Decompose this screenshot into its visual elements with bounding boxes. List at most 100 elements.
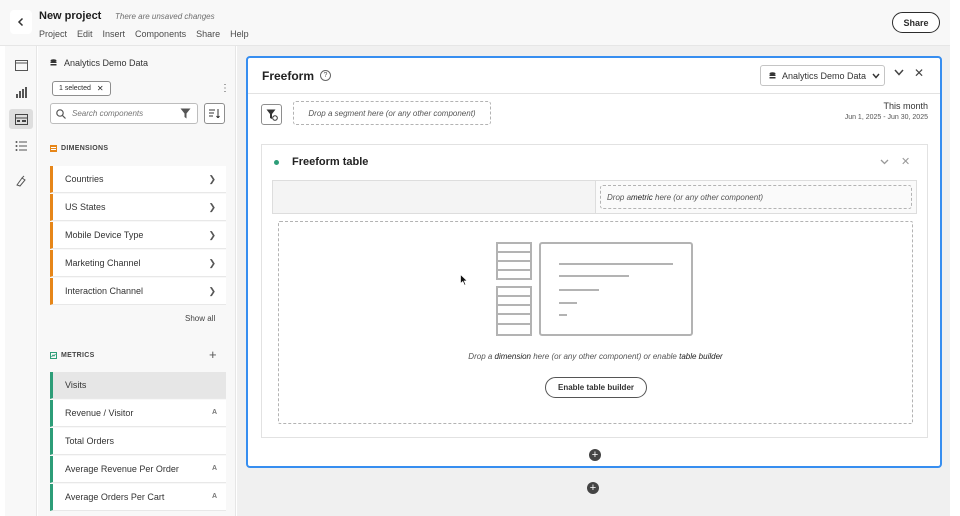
search-input[interactable] — [72, 109, 167, 118]
share-button[interactable]: Share — [892, 12, 940, 33]
date-range-value: Jun 1, 2025 - Jun 30, 2025 — [844, 114, 928, 121]
metric-label: Visits — [65, 380, 87, 390]
metric-label: Total Orders — [65, 436, 115, 446]
chip-label: 1 selected — [59, 85, 91, 92]
enable-table-builder-button[interactable]: Enable table builder — [545, 377, 647, 398]
adobe-mark-icon: A — [211, 465, 217, 472]
table-placeholder-illustration — [496, 242, 693, 336]
metric-item[interactable]: Revenue / Visitor A — [50, 400, 226, 427]
database-icon — [769, 71, 776, 78]
dimension-item[interactable]: Marketing Channel ❯ — [50, 250, 226, 277]
metric-drop-zone[interactable]: Drop a metric here (or any other compone… — [600, 185, 912, 209]
components-panel: Analytics Demo Data 1 selected ✕ ⋮ DIMEN… — [38, 46, 236, 516]
dimension-drop-zone[interactable]: Drop a dimension here (or any other comp… — [278, 221, 913, 424]
dimension-drop-pre: Drop a — [468, 352, 495, 361]
metric-header-cell: Drop a metric here (or any other compone… — [595, 180, 917, 214]
help-icon[interactable]: ? — [320, 70, 331, 81]
list-icon[interactable] — [14, 139, 28, 153]
window-edge — [950, 0, 960, 516]
dimension-item[interactable]: Interaction Channel ❯ — [50, 278, 226, 305]
unsaved-note: There are unsaved changes — [115, 12, 215, 21]
panel-data-source-picker[interactable]: Analytics Demo Data — [760, 65, 885, 86]
dimension-label: Interaction Channel — [65, 286, 144, 296]
menu-bar: Project Edit Insert Components Share Hel… — [39, 29, 249, 39]
dimension-label: Mobile Device Type — [65, 230, 144, 240]
filter-icon[interactable] — [180, 108, 191, 119]
search-field[interactable] — [50, 103, 198, 124]
dimension-drop-em2: table builder — [679, 352, 723, 361]
collapse-panel-icon[interactable] — [894, 68, 904, 79]
add-visualization-icon[interactable]: + — [589, 449, 601, 461]
visualizations-icon[interactable] — [14, 85, 28, 99]
metric-label: Average Orders Per Cart — [65, 492, 165, 502]
menu-share[interactable]: Share — [196, 29, 220, 39]
segment-filter-button[interactable] — [261, 104, 282, 125]
components-icon[interactable] — [9, 109, 33, 129]
dimension-item[interactable]: US States ❯ — [50, 194, 226, 221]
dimension-item[interactable]: Countries ❯ — [50, 166, 226, 193]
left-rail — [5, 46, 37, 516]
metric-item[interactable]: Total Orders — [50, 428, 226, 455]
dimension-label: Countries — [65, 174, 104, 184]
add-panel-icon[interactable]: + — [587, 482, 599, 494]
chevron-left-icon — [17, 17, 24, 27]
adobe-mark-icon: A — [211, 409, 217, 416]
close-icon[interactable]: ✕ — [97, 84, 104, 93]
dimensions-heading-label: DIMENSIONS — [61, 145, 109, 152]
mouse-cursor-icon — [460, 274, 468, 286]
metrics-heading-label: METRICS — [61, 352, 95, 359]
metric-drop-text-pre: Drop a — [607, 192, 632, 202]
close-panel-icon[interactable]: ✕ — [914, 66, 924, 80]
menu-project[interactable]: Project — [39, 29, 67, 39]
metric-item[interactable]: Visits — [50, 372, 226, 399]
status-dot — [274, 160, 279, 165]
chevron-right-icon[interactable]: ❯ — [208, 286, 216, 297]
panel-data-source-label: Analytics Demo Data — [782, 70, 867, 81]
report-suite[interactable]: Analytics Demo Data — [50, 58, 148, 68]
freeform-table-visualization: Freeform table ✕ Drop a metric here (or … — [261, 144, 928, 438]
dimension-icon — [50, 145, 57, 152]
dimension-label: Marketing Channel — [65, 258, 141, 268]
table-corner-cell — [272, 180, 596, 214]
app-header: New project There are unsaved changes Pr… — [0, 0, 950, 46]
metric-item[interactable]: Average Revenue Per Order A — [50, 456, 226, 483]
show-all-link[interactable]: Show all — [185, 314, 215, 323]
chevron-down-icon — [872, 73, 880, 79]
project-title[interactable]: New project — [39, 10, 101, 22]
segment-filter-icon — [266, 109, 278, 121]
menu-components[interactable]: Components — [135, 29, 186, 39]
dimension-item[interactable]: Mobile Device Type ❯ — [50, 222, 226, 249]
panel-divider — [248, 93, 940, 94]
panels-icon[interactable] — [14, 58, 28, 72]
metric-drop-text-post: here (or any other component) — [652, 192, 764, 202]
back-button[interactable] — [10, 10, 32, 34]
collapse-visualization-icon[interactable] — [880, 157, 889, 167]
close-visualization-icon[interactable]: ✕ — [901, 155, 910, 168]
add-metric-icon[interactable]: + — [209, 347, 217, 362]
chevron-right-icon[interactable]: ❯ — [208, 258, 216, 269]
visualization-title[interactable]: Freeform table — [292, 156, 368, 168]
date-range-picker[interactable]: This month Jun 1, 2025 - Jun 30, 2025 — [845, 101, 928, 121]
adobe-mark-icon: A — [211, 493, 217, 500]
metrics-heading: METRICS — [50, 352, 95, 359]
menu-edit[interactable]: Edit — [77, 29, 93, 39]
chevron-right-icon[interactable]: ❯ — [208, 202, 216, 213]
search-icon — [56, 108, 66, 119]
date-range-label: This month — [883, 101, 928, 111]
metric-item[interactable]: Average Orders Per Cart A — [50, 484, 226, 511]
chevron-right-icon[interactable]: ❯ — [208, 174, 216, 185]
selected-chip[interactable]: 1 selected ✕ — [52, 81, 111, 96]
segment-drop-zone[interactable]: Drop a segment here (or any other compon… — [293, 101, 491, 125]
panel-title[interactable]: Freeform — [262, 69, 314, 83]
dimension-drop-text: Drop a dimension here (or any other comp… — [279, 352, 912, 361]
menu-help[interactable]: Help — [230, 29, 249, 39]
report-suite-label: Analytics Demo Data — [64, 58, 149, 68]
brush-icon[interactable] — [14, 174, 28, 188]
more-options-icon[interactable]: ⋮ — [220, 83, 230, 94]
sort-button[interactable] — [204, 103, 225, 124]
dimensions-heading: DIMENSIONS — [50, 145, 108, 152]
database-icon — [50, 59, 57, 66]
chevron-right-icon[interactable]: ❯ — [208, 230, 216, 241]
freeform-panel: Freeform ? Analytics Demo Data ✕ Drop a … — [246, 56, 942, 468]
menu-insert[interactable]: Insert — [103, 29, 126, 39]
